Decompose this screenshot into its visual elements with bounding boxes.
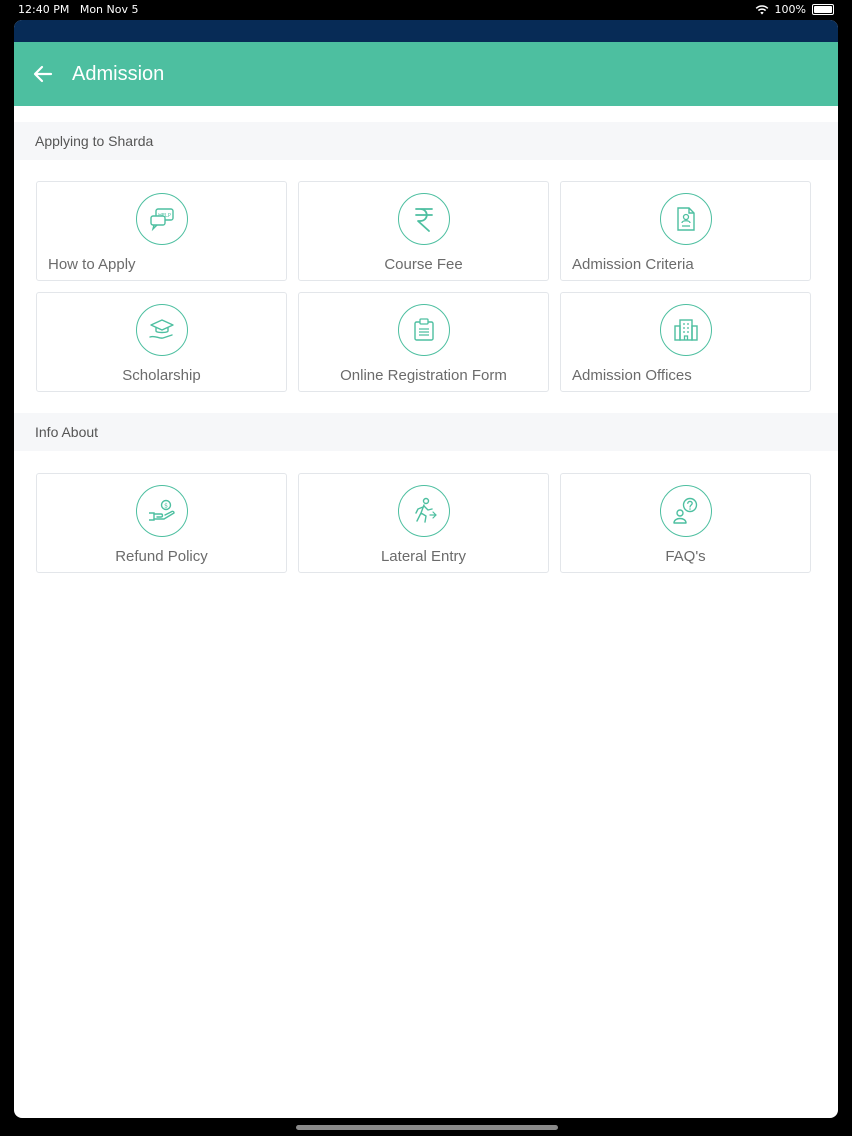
card-label: FAQ's xyxy=(665,548,706,565)
card-admission-criteria[interactable]: Admission Criteria xyxy=(560,181,811,281)
app-window: Admission Applying to Sharda HELP How to… xyxy=(14,20,838,1118)
applying-grid: HELP How to Apply Course Fee xyxy=(14,181,838,392)
card-label: Online Registration Form xyxy=(340,367,507,384)
status-date: Mon Nov 5 xyxy=(79,3,139,16)
card-faqs[interactable]: FAQ's xyxy=(560,473,811,573)
info-grid: $ Refund Policy Lateral Entry FAQ's xyxy=(14,473,838,573)
card-label: How to Apply xyxy=(48,256,136,273)
home-indicator[interactable] xyxy=(296,1125,558,1130)
section-header-applying: Applying to Sharda xyxy=(14,122,838,160)
building-icon xyxy=(659,304,712,356)
card-label: Lateral Entry xyxy=(380,548,467,565)
wifi-icon xyxy=(755,4,768,14)
card-how-to-apply[interactable]: HELP How to Apply xyxy=(36,181,287,281)
card-label: Course Fee xyxy=(384,256,463,273)
document-profile-icon xyxy=(659,193,712,245)
card-course-fee[interactable]: Course Fee xyxy=(298,181,549,281)
card-admission-offices[interactable]: Admission Offices xyxy=(560,292,811,392)
back-button[interactable] xyxy=(15,42,71,106)
running-person-icon xyxy=(397,485,450,537)
status-bar: 12:40 PM Mon Nov 5 100% xyxy=(0,0,852,18)
question-person-icon xyxy=(659,485,712,537)
back-arrow-icon xyxy=(33,65,53,83)
card-label: Refund Policy xyxy=(115,548,208,565)
rupee-icon xyxy=(397,193,450,245)
money-hand-icon: $ xyxy=(135,485,188,537)
battery-icon xyxy=(812,4,834,15)
card-label: Admission Criteria xyxy=(572,256,694,273)
card-lateral-entry[interactable]: Lateral Entry xyxy=(298,473,549,573)
card-refund-policy[interactable]: $ Refund Policy xyxy=(36,473,287,573)
graduation-cap-hand-icon xyxy=(135,304,188,356)
status-time-date: 12:40 PM Mon Nov 5 xyxy=(18,3,138,16)
card-label: Admission Offices xyxy=(572,367,692,384)
status-time: 12:40 PM xyxy=(18,3,70,16)
battery-percent: 100% xyxy=(774,3,806,16)
registration-board-icon xyxy=(397,304,450,356)
card-label: Scholarship xyxy=(122,367,201,384)
page-title: Admission xyxy=(72,62,165,85)
help-chat-icon: HELP xyxy=(135,193,188,245)
app-bar: Admission xyxy=(14,42,838,106)
status-indicators: 100% xyxy=(755,3,834,16)
card-scholarship[interactable]: Scholarship xyxy=(36,292,287,392)
top-strip xyxy=(14,20,838,42)
svg-text:$: $ xyxy=(164,502,168,509)
card-online-registration-form[interactable]: Online Registration Form xyxy=(298,292,549,392)
section-header-info-about: Info About xyxy=(14,413,838,451)
